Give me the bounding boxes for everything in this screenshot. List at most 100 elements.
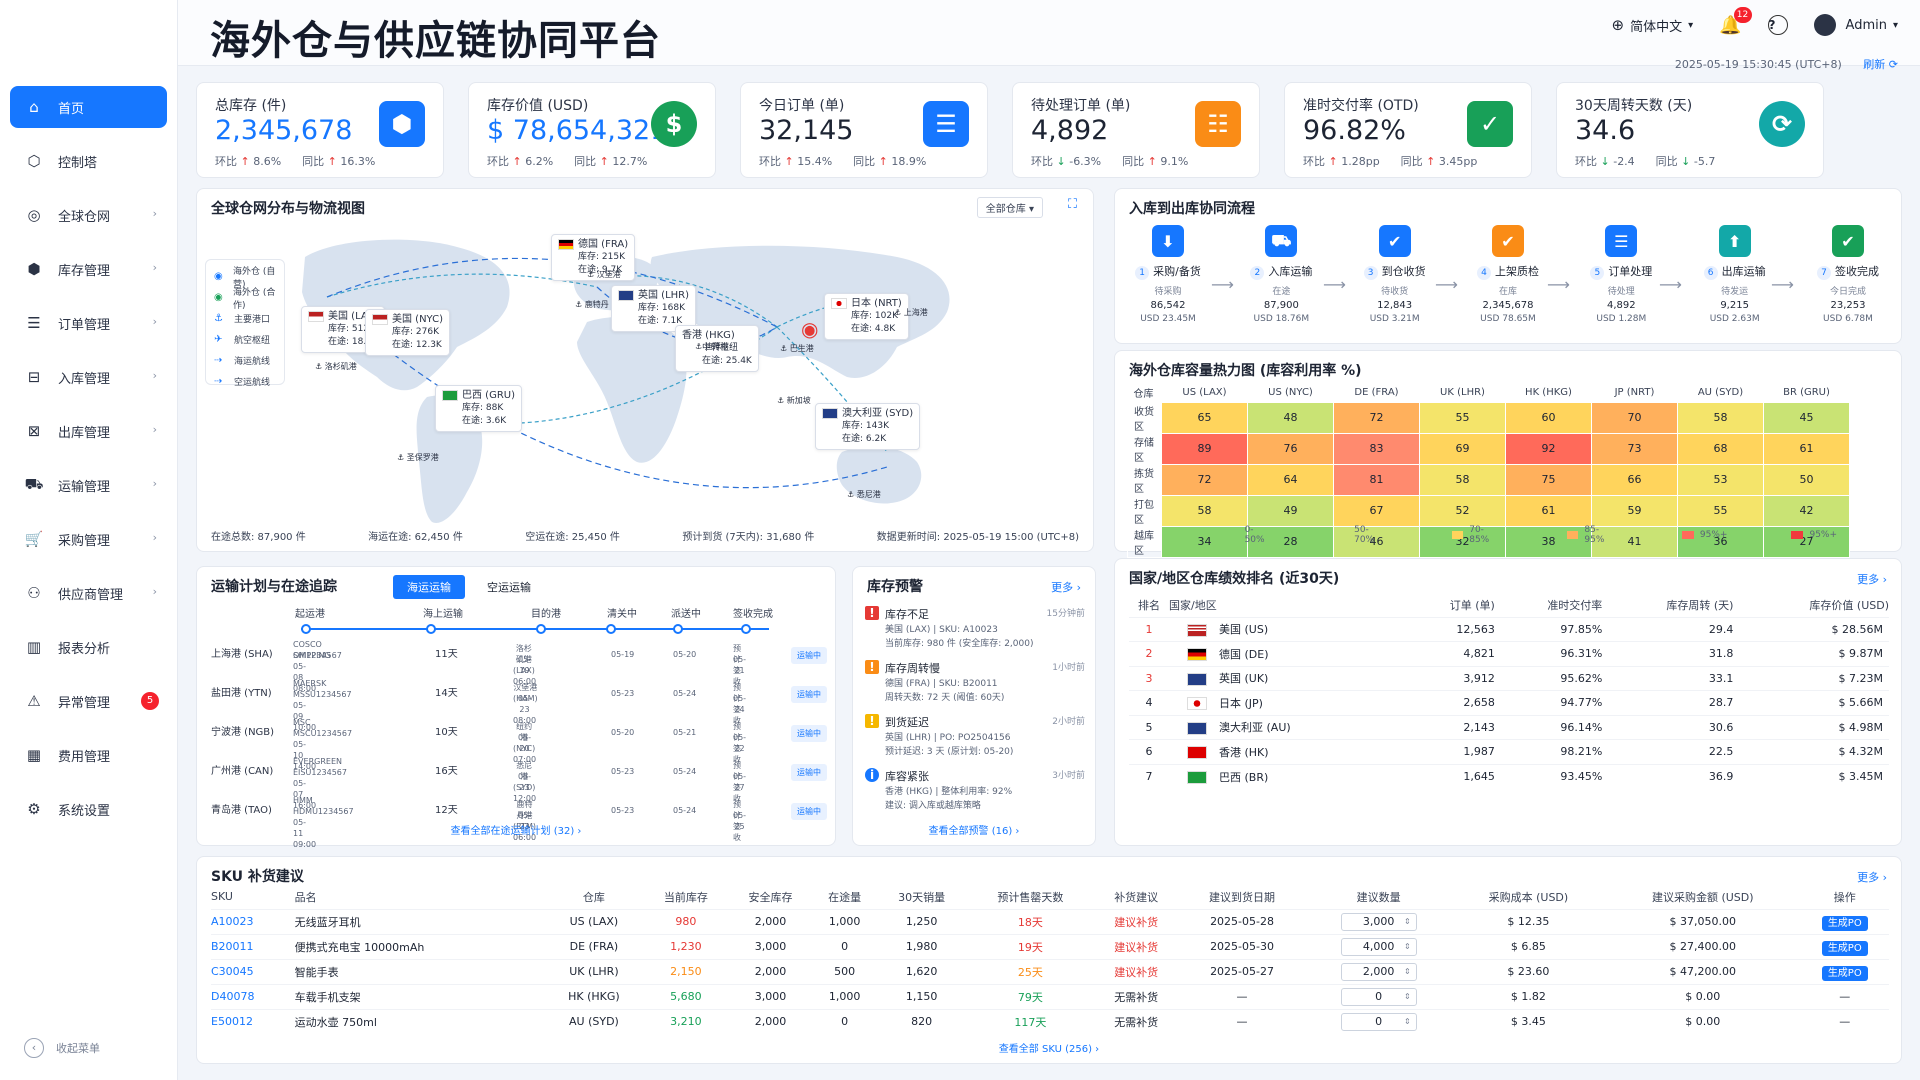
user-menu[interactable]: Admin ▾: [1813, 14, 1898, 36]
heatmap-cell[interactable]: 55: [1419, 401, 1506, 434]
sidebar-item-4[interactable]: ☰ 订单管理 ›: [10, 302, 167, 344]
warehouse-label[interactable]: 美国 (NYC) 库存: 276K 在途: 12.3K: [365, 309, 451, 356]
heatmap-cell[interactable]: 50: [1763, 463, 1850, 496]
tab-sea[interactable]: 海运运输: [393, 575, 465, 599]
heatmap-cell[interactable]: 64: [1247, 463, 1334, 496]
sku-link[interactable]: E50012: [211, 1008, 295, 1034]
flow-step-1[interactable]: ⬇ 1 采购/备货 待采购 86,542 USD 23.45M: [1127, 225, 1209, 324]
sku-link[interactable]: B20011: [211, 933, 295, 959]
view-all-sku-link[interactable]: 查看全部 SKU (256) ›: [197, 1040, 1901, 1055]
heatmap-cell[interactable]: 58: [1677, 401, 1764, 434]
heatmap-cell[interactable]: 58: [1161, 494, 1248, 527]
transport-row[interactable]: 上海港 (SHA) COSCO SHIPPING OM1234567 05-08 0…: [197, 639, 835, 693]
flow-step-3[interactable]: ✔ 3 到仓收货 待收货 12,843 USD 3.21M: [1354, 225, 1436, 324]
port-label[interactable]: ⚓ 新加坡: [777, 395, 811, 406]
notifications-button[interactable]: 🔔 12: [1719, 6, 1752, 36]
heatmap-cell[interactable]: 68: [1677, 432, 1764, 465]
sidebar-item-12[interactable]: ▦ 费用管理: [10, 734, 167, 776]
port-label[interactable]: ⚓ 悉尼港: [847, 489, 881, 500]
heatmap-cell[interactable]: 49: [1247, 494, 1334, 527]
flow-step-4[interactable]: ✔ 4 上架质检 在库 2,345,678 USD 78.65M: [1467, 225, 1549, 324]
flow-step-7[interactable]: ✔ 7 签收完成 今日完成 23,253 USD 6.78M: [1807, 225, 1889, 324]
sidebar-item-6[interactable]: ⊠ 出库管理 ›: [10, 410, 167, 452]
heatmap-cell[interactable]: 81: [1333, 463, 1420, 496]
sidebar-item-0[interactable]: ⌂ 首页: [10, 86, 167, 128]
sidebar-item-13[interactable]: ⚙ 系统设置: [10, 788, 167, 830]
sku-more-link[interactable]: 更多 ›: [1857, 869, 1887, 885]
tab-air[interactable]: 空运运输: [473, 575, 545, 599]
alert-item[interactable]: i 库容紧张 3小时前 香港 (HKG) | 整体利用率: 92% 建议: 调入库…: [865, 765, 1085, 815]
warehouse-label[interactable]: 澳大利亚 (SYD) 库存: 143K 在途: 6.2K: [815, 403, 921, 450]
heatmap-cell[interactable]: 61: [1505, 494, 1592, 527]
heatmap-cell[interactable]: 69: [1419, 432, 1506, 465]
heatmap-cell[interactable]: 75: [1505, 463, 1592, 496]
view-all-alerts-link[interactable]: 查看全部预警 (16) ›: [853, 822, 1095, 837]
sidebar-item-10[interactable]: ▥ 报表分析: [10, 626, 167, 668]
ranking-row[interactable]: 2 德国 (DE) 4,821 96.31% 31.8 $ 9.87M: [1129, 641, 1889, 666]
refresh-button[interactable]: 刷新 ⟳: [1863, 58, 1898, 71]
sku-link[interactable]: D40078: [211, 983, 295, 1009]
sidebar-item-3[interactable]: ⬢ 库存管理 ›: [10, 248, 167, 290]
heatmap-cell[interactable]: 76: [1247, 432, 1334, 465]
heatmap-cell[interactable]: 70: [1591, 401, 1678, 434]
heatmap-cell[interactable]: 61: [1763, 432, 1850, 465]
alerts-more-link[interactable]: 更多 ›: [1051, 579, 1081, 595]
alert-item[interactable]: ! 到货延迟 2小时前 英国 (LHR) | PO: PO2504156 预计延迟…: [865, 711, 1085, 761]
help-icon[interactable]: ?: [1767, 15, 1788, 35]
sidebar-item-2[interactable]: ◎ 全球仓网 ›: [10, 194, 167, 236]
sidebar-item-9[interactable]: ⚇ 供应商管理 ›: [10, 572, 167, 614]
quantity-stepper[interactable]: 0 ⇕: [1340, 987, 1417, 1006]
quantity-stepper[interactable]: 0 ⇕: [1340, 1012, 1417, 1031]
quantity-stepper[interactable]: 4,000 ⇕: [1340, 937, 1417, 956]
ranking-row[interactable]: 1 美国 (US) 12,563 97.85% 29.4 $ 28.56M: [1129, 616, 1889, 642]
flow-step-5[interactable]: ☰ 5 订单处理 待处理 4,892 USD 1.28M: [1580, 225, 1662, 324]
port-label[interactable]: ⚓ 汉堡港: [587, 269, 621, 280]
heatmap-cell[interactable]: 67: [1333, 494, 1420, 527]
heatmap-cell[interactable]: 65: [1161, 401, 1248, 434]
quantity-stepper[interactable]: 2,000 ⇕: [1340, 962, 1417, 981]
port-label[interactable]: ⚓ 圣保罗港: [397, 452, 439, 463]
alert-item[interactable]: ! 库存周转慢 1小时前 德国 (FRA) | SKU: B20011 周转天数:…: [865, 657, 1085, 707]
heatmap-cell[interactable]: 52: [1419, 494, 1506, 527]
transport-row[interactable]: 盐田港 (YTN) MAERSK MSSU1234567 05-09 10:00 1…: [197, 678, 835, 732]
hub-pin-icon[interactable]: ◉: [801, 317, 818, 341]
heatmap-cell[interactable]: 72: [1333, 401, 1420, 434]
sidebar-item-11[interactable]: ⚠ 异常管理 5: [10, 680, 167, 722]
sku-link[interactable]: C30045: [211, 958, 295, 984]
transport-row[interactable]: 宁波港 (NGB) MSC MSCU1234567 05-10 14:00 10天 …: [197, 717, 835, 771]
ranking-row[interactable]: 4 日本 (JP) 2,658 94.77% 28.7 $ 5.66M: [1129, 690, 1889, 715]
collapse-menu-button[interactable]: ‹ 收起菜单: [24, 1038, 100, 1058]
heatmap-cell[interactable]: 66: [1591, 463, 1678, 496]
ranking-row[interactable]: 7 巴西 (BR) 1,645 93.45% 36.9 $ 3.45M: [1129, 763, 1889, 789]
sidebar-item-7[interactable]: ⛟ 运输管理 ›: [10, 464, 167, 506]
warehouse-filter-select[interactable]: 全部仓库 ▾: [976, 197, 1043, 218]
port-label[interactable]: ⚓ 洛杉矶港: [315, 361, 357, 372]
flow-step-6[interactable]: ⬆ 6 出库运输 待发运 9,215 USD 2.63M: [1694, 225, 1776, 324]
heatmap-cell[interactable]: 48: [1247, 401, 1334, 434]
heatmap-cell[interactable]: 60: [1505, 401, 1592, 434]
ranking-more-link[interactable]: 更多 ›: [1857, 571, 1887, 587]
generate-po-button[interactable]: 生成PO: [1821, 966, 1868, 981]
fullscreen-icon[interactable]: ⛶: [1068, 197, 1077, 212]
heatmap-cell[interactable]: 73: [1591, 432, 1678, 465]
quantity-stepper[interactable]: 3,000 ⇕: [1340, 912, 1417, 931]
port-label[interactable]: ⚓ 上海港: [894, 307, 928, 318]
generate-po-button[interactable]: 生成PO: [1821, 941, 1868, 956]
heatmap-cell[interactable]: 83: [1333, 432, 1420, 465]
transport-row[interactable]: 广州港 (CAN) EVERGREEN EISU1234567 05-07 16:0…: [197, 756, 835, 810]
heatmap-cell[interactable]: 72: [1161, 463, 1248, 496]
ranking-row[interactable]: 6 香港 (HK) 1,987 98.21% 22.5 $ 4.32M: [1129, 739, 1889, 764]
ranking-row[interactable]: 3 英国 (UK) 3,912 95.62% 33.1 $ 7.23M: [1129, 665, 1889, 691]
view-all-transport-link[interactable]: 查看全部在途运输计划 (32) ›: [197, 822, 835, 837]
language-selector[interactable]: ⊕ 简体中文 ▾: [1611, 16, 1693, 35]
sidebar-item-5[interactable]: ⊟ 入库管理 ›: [10, 356, 167, 398]
heatmap-cell[interactable]: 89: [1161, 432, 1248, 465]
ranking-row[interactable]: 5 澳大利亚 (AU) 2,143 96.14% 30.6 $ 4.98M: [1129, 714, 1889, 740]
alert-item[interactable]: ! 库存不足 15分钟前 美国 (LAX) | SKU: A10023 当前库存:…: [865, 603, 1085, 653]
warehouse-label[interactable]: 巴西 (GRU) 库存: 88K 在途: 3.6K: [435, 385, 522, 432]
heatmap-cell[interactable]: 58: [1419, 463, 1506, 496]
heatmap-cell[interactable]: 59: [1591, 494, 1678, 527]
port-label[interactable]: ⚓ 鹿特丹: [575, 299, 609, 310]
flow-step-2[interactable]: ⛟ 2 入库运输 在途 87,900 USD 18.76M: [1240, 225, 1322, 324]
port-label[interactable]: ⚓ 迪拜港: [695, 341, 729, 352]
